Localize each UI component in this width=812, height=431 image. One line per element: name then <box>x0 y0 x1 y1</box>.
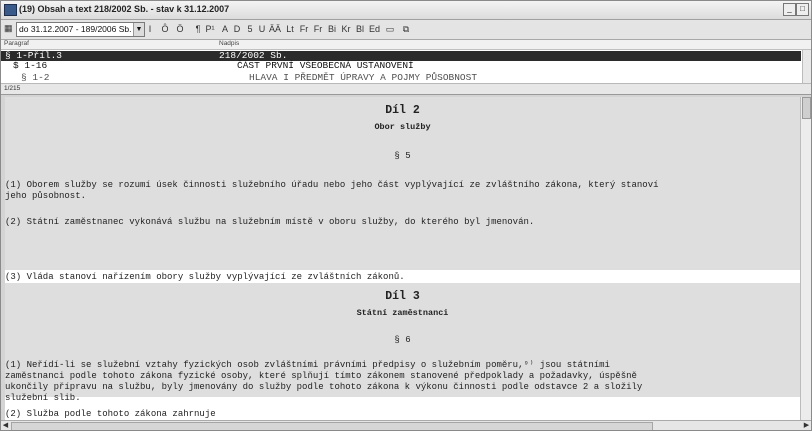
calendar-icon[interactable]: ▦ <box>4 23 13 34</box>
part-title: Díl 2 <box>385 104 420 117</box>
toolbar-button-lines[interactable]: I <box>145 23 155 35</box>
scroll-left-icon[interactable]: ◀ <box>1 421 10 430</box>
list-header: Paragraf Nadpis <box>1 40 811 50</box>
toolbar-button-11[interactable]: Fr <box>299 23 309 35</box>
scrollbar-thumb[interactable] <box>802 97 811 119</box>
version-select[interactable]: do 31.12.2007 - 189/2006 Sb. ▼ <box>16 22 145 37</box>
window-title: (19) Obsah a text 218/2002 Sb. - stav k … <box>19 4 230 14</box>
paragraph-text: (1) Oborem služby se rozumí úsek činnost… <box>5 180 659 190</box>
toolbar-button-4[interactable]: P¹ <box>205 23 215 35</box>
toolbar-button-8[interactable]: U <box>257 23 267 35</box>
paragraph-text: (2) Služba podle tohoto zákona zahrnuje <box>5 409 216 419</box>
list-item-title: HLAVA I PŘEDMĚT ÚPRAVY A POJMY PŮSOBNOST <box>249 72 478 83</box>
toolbar-button-15[interactable]: Bl <box>355 23 365 35</box>
toolbar-button-9[interactable]: ÄÄ <box>269 23 281 35</box>
list-item-paragraph: $ 1-16 <box>13 60 48 71</box>
paragraph-text: (1) Neřídí-li se služební vztahy fyzický… <box>5 360 610 370</box>
paragraph-text: zaměstnanci podle tohoto zákona fyzické … <box>5 371 637 381</box>
section-heading: § 5 <box>394 151 411 161</box>
toolbar-button-5[interactable]: A <box>220 23 230 35</box>
scrollbar-thumb[interactable] <box>11 422 653 430</box>
toolbar-button-2[interactable]: Ö <box>175 23 185 35</box>
toolbar-button-16[interactable]: Ed <box>369 23 380 35</box>
toolbar-button-14[interactable]: Kr <box>341 23 351 35</box>
chevron-down-icon[interactable]: ▼ <box>133 23 144 36</box>
column-header-paragraph[interactable]: Paragraf <box>4 40 29 47</box>
toolbar-button-18[interactable]: ⧉ <box>401 23 411 35</box>
paragraph-text: (3) Vláda stanoví nařízením obory služby… <box>5 272 405 282</box>
paragraph-text: (2) Státní zaměstnanec vykonává službu n… <box>5 217 535 227</box>
toolbar-button-13[interactable]: Bi <box>327 23 337 35</box>
part-subtitle: Obor služby <box>374 122 431 132</box>
list-item[interactable]: $ 1-16 ČÁST PRVNÍ VŠEOBECNÁ USTANOVENÍ <box>1 61 801 71</box>
toolbar-button-6[interactable]: D <box>232 23 242 35</box>
column-header-title[interactable]: Nadpis <box>219 40 239 47</box>
list-scrollbar[interactable] <box>802 50 811 83</box>
list-item-paragraph: § 1-2 <box>21 72 50 83</box>
section-heading: § 6 <box>394 335 411 345</box>
toolbar-button-1[interactable]: Ȏ <box>160 23 170 35</box>
app-window: (19) Obsah a text 218/2002 Sb. - stav k … <box>0 0 812 431</box>
title-bar: (19) Obsah a text 218/2002 Sb. - stav k … <box>1 1 811 20</box>
maximize-button[interactable]: □ <box>796 3 809 16</box>
part-subtitle: Státní zaměstnanci <box>356 308 449 318</box>
document-scrollbar[interactable] <box>800 97 811 420</box>
toolbar-button-17[interactable]: ▭ <box>385 23 395 35</box>
list-counter: 1/215 <box>1 83 811 95</box>
paragraph-text: ukončily přípravu na službu, byly jmenov… <box>5 382 643 392</box>
minimize-button[interactable]: _ <box>783 3 796 16</box>
toolbar: ▦ do 31.12.2007 - 189/2006 Sb. ▼ I Ȏ Ö ¶… <box>1 20 811 40</box>
app-icon <box>4 4 17 16</box>
document-text: Díl 2 Obor služby § 5 (1) Oborem služby … <box>5 97 800 420</box>
version-select-value: do 31.12.2007 - 189/2006 Sb. <box>19 24 132 34</box>
paragraph-text: jeho působnost. <box>5 191 87 201</box>
scroll-right-icon[interactable]: ▶ <box>802 421 811 430</box>
list-item-title: ČÁST PRVNÍ VŠEOBECNÁ USTANOVENÍ <box>237 60 414 71</box>
part-title: Díl 3 <box>385 290 420 303</box>
list-item[interactable]: § 1-2 HLAVA I PŘEDMĚT ÚPRAVY A POJMY PŮS… <box>1 73 801 83</box>
horizontal-scrollbar[interactable]: ◀ ▶ <box>1 420 811 430</box>
toolbar-button-3[interactable]: ¶ <box>193 23 203 35</box>
toolbar-button-12[interactable]: Fr <box>313 23 323 35</box>
paragraph-text: služební slib. <box>5 393 81 403</box>
toolbar-button-7[interactable]: 5 <box>245 23 255 35</box>
toolbar-button-10[interactable]: Lt <box>285 23 295 35</box>
paragraph-list: § 1-Příl.3 218/2002 Sb. $ 1-16 ČÁST PRVN… <box>1 50 811 83</box>
